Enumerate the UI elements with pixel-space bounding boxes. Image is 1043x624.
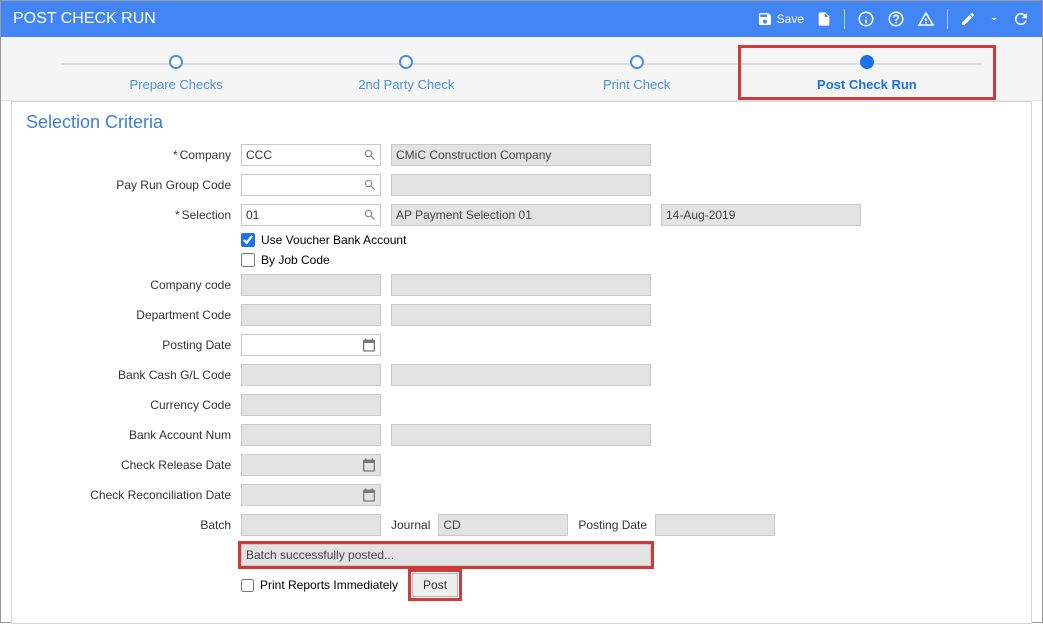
pay-run-group-input[interactable] xyxy=(241,174,381,196)
save-button[interactable]: Save xyxy=(757,11,804,27)
post-button-highlight: Post xyxy=(412,573,458,597)
company-input[interactable] xyxy=(241,144,381,166)
company-code-name-display xyxy=(391,274,651,296)
selection-criteria-panel: Selection Criteria *Company Pay Run Grou… xyxy=(11,101,1032,624)
posting-date-input[interactable] xyxy=(241,334,381,356)
step-circle xyxy=(169,55,183,69)
batch-label: Batch xyxy=(26,518,241,532)
check-reconciliation-date-label: Check Reconciliation Date xyxy=(26,488,241,502)
alert-button[interactable] xyxy=(917,10,935,28)
calendar-icon xyxy=(361,457,377,473)
step-post-check-run[interactable]: Post Check Run xyxy=(752,55,982,92)
by-job-code-row: By Job Code xyxy=(241,253,1017,267)
company-code-label: Company code xyxy=(26,278,241,292)
use-voucher-bank-account-checkbox[interactable] xyxy=(241,233,255,247)
step-prepare-checks[interactable]: Prepare Checks xyxy=(61,55,291,92)
edit-button[interactable] xyxy=(960,11,976,27)
alert-icon xyxy=(917,10,935,28)
company-name-display xyxy=(391,144,651,166)
step-circle xyxy=(399,55,413,69)
step-circle xyxy=(630,55,644,69)
step-label: 2nd Party Check xyxy=(358,77,454,92)
step-label: Prepare Checks xyxy=(130,77,223,92)
bank-cash-gl-label: Bank Cash G/L Code xyxy=(26,368,241,382)
header-actions: Save xyxy=(757,9,1030,29)
bank-account-num-input xyxy=(241,424,381,446)
bank-account-name-display xyxy=(391,424,651,446)
journal-label: Journal xyxy=(381,518,438,532)
document-icon xyxy=(816,11,832,27)
bank-cash-gl-name-display xyxy=(391,364,651,386)
calendar-icon xyxy=(361,337,377,353)
divider xyxy=(947,9,948,29)
posting-date-label: Posting Date xyxy=(26,338,241,352)
department-code-name-display xyxy=(391,304,651,326)
step-print-check[interactable]: Print Check xyxy=(522,55,752,92)
section-title: Selection Criteria xyxy=(26,112,1017,133)
pay-run-group-label: Pay Run Group Code xyxy=(26,178,241,192)
currency-code-label: Currency Code xyxy=(26,398,241,412)
check-release-date-label: Check Release Date xyxy=(26,458,241,472)
highlight-box xyxy=(738,45,996,100)
selection-input[interactable] xyxy=(241,204,381,226)
page-title: POST CHECK RUN xyxy=(13,10,156,28)
by-job-code-checkbox[interactable] xyxy=(241,253,255,267)
stepper: Prepare Checks 2nd Party Check Print Che… xyxy=(1,37,1042,101)
check-reconciliation-date-input xyxy=(241,484,381,506)
use-voucher-bank-account-label: Use Voucher Bank Account xyxy=(261,233,406,247)
dropdown-button[interactable] xyxy=(988,13,1000,25)
refresh-icon xyxy=(1012,10,1030,28)
chevron-down-icon xyxy=(988,13,1000,25)
company-label: *Company xyxy=(26,148,241,162)
save-label: Save xyxy=(777,12,804,26)
pay-run-group-name-display xyxy=(391,174,651,196)
post-button[interactable]: Post xyxy=(412,573,458,597)
export-button[interactable] xyxy=(816,11,832,27)
department-code-label: Department Code xyxy=(26,308,241,322)
by-job-code-label: By Job Code xyxy=(261,253,330,267)
bank-cash-gl-input xyxy=(241,364,381,386)
use-voucher-bank-account-row: Use Voucher Bank Account xyxy=(241,233,1017,247)
edit-icon xyxy=(960,11,976,27)
department-code-input xyxy=(241,304,381,326)
print-reports-label: Print Reports Immediately xyxy=(260,578,398,592)
help-button[interactable] xyxy=(887,10,905,28)
currency-code-input xyxy=(241,394,381,416)
posting-date2-input xyxy=(655,514,775,536)
info-button[interactable] xyxy=(857,10,875,28)
company-code-input xyxy=(241,274,381,296)
step-label: Print Check xyxy=(603,77,670,92)
step-2nd-party-check[interactable]: 2nd Party Check xyxy=(291,55,521,92)
status-message-highlight xyxy=(241,544,651,566)
check-release-date-input xyxy=(241,454,381,476)
help-icon xyxy=(887,10,905,28)
batch-input xyxy=(241,514,381,536)
selection-label: *Selection xyxy=(26,208,241,222)
bank-account-num-label: Bank Account Num xyxy=(26,428,241,442)
selection-name-display xyxy=(391,204,651,226)
posting-date2-label: Posting Date xyxy=(568,518,655,532)
save-icon xyxy=(757,11,773,27)
divider xyxy=(844,9,845,29)
calendar-icon xyxy=(361,487,377,503)
status-message xyxy=(241,544,651,566)
app-header: POST CHECK RUN Save xyxy=(1,1,1042,37)
journal-input xyxy=(438,514,568,536)
selection-date-display xyxy=(661,204,861,226)
refresh-button[interactable] xyxy=(1012,10,1030,28)
info-icon xyxy=(857,10,875,28)
print-reports-checkbox[interactable] xyxy=(241,579,254,592)
